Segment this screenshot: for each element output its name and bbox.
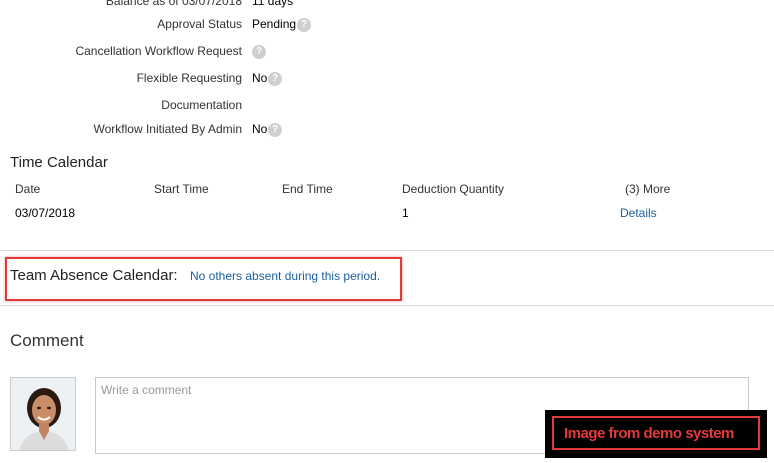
column-header-start-time: Start Time — [154, 182, 209, 196]
balance-label: Balance as of 03/07/2018 — [105, 0, 242, 8]
help-icon[interactable]: ? — [268, 72, 282, 86]
details-link[interactable]: Details — [620, 206, 657, 220]
balance-value: 11 days — [252, 0, 294, 8]
help-icon[interactable]: ? — [297, 18, 311, 32]
column-header-date: Date — [15, 182, 41, 196]
flexible-requesting-label: Flexible Requesting — [136, 71, 242, 85]
divider — [0, 250, 774, 251]
workflow-admin-label: Workflow Initiated By Admin — [93, 122, 242, 136]
column-header-end-time: End Time — [282, 182, 333, 196]
column-header-deduction-quantity: Deduction Quantity — [402, 182, 505, 196]
help-icon[interactable]: ? — [268, 123, 282, 137]
user-photo-icon — [11, 378, 75, 450]
watermark-frame: Image from demo system — [552, 416, 760, 450]
divider — [0, 305, 774, 306]
cell-date: 03/07/2018 — [15, 206, 76, 220]
cancellation-workflow-label: Cancellation Workflow Request — [75, 44, 242, 58]
watermark-text: Image from demo system — [564, 425, 734, 442]
comment-title: Comment — [10, 331, 84, 350]
time-calendar-title: Time Calendar — [10, 154, 108, 171]
cell-deduction-quantity: 1 — [402, 206, 409, 220]
documentation-label: Documentation — [161, 98, 242, 112]
highlight-box — [5, 257, 402, 301]
avatar — [10, 377, 76, 451]
watermark: Image from demo system — [545, 410, 767, 458]
flexible-requesting-value: No — [252, 71, 268, 85]
approval-status-value: Pending — [252, 17, 297, 31]
workflow-admin-value: No — [252, 122, 268, 136]
approval-status-label: Approval Status — [157, 17, 242, 31]
help-icon[interactable]: ? — [252, 45, 266, 59]
column-header-more: (3) More — [625, 182, 671, 196]
